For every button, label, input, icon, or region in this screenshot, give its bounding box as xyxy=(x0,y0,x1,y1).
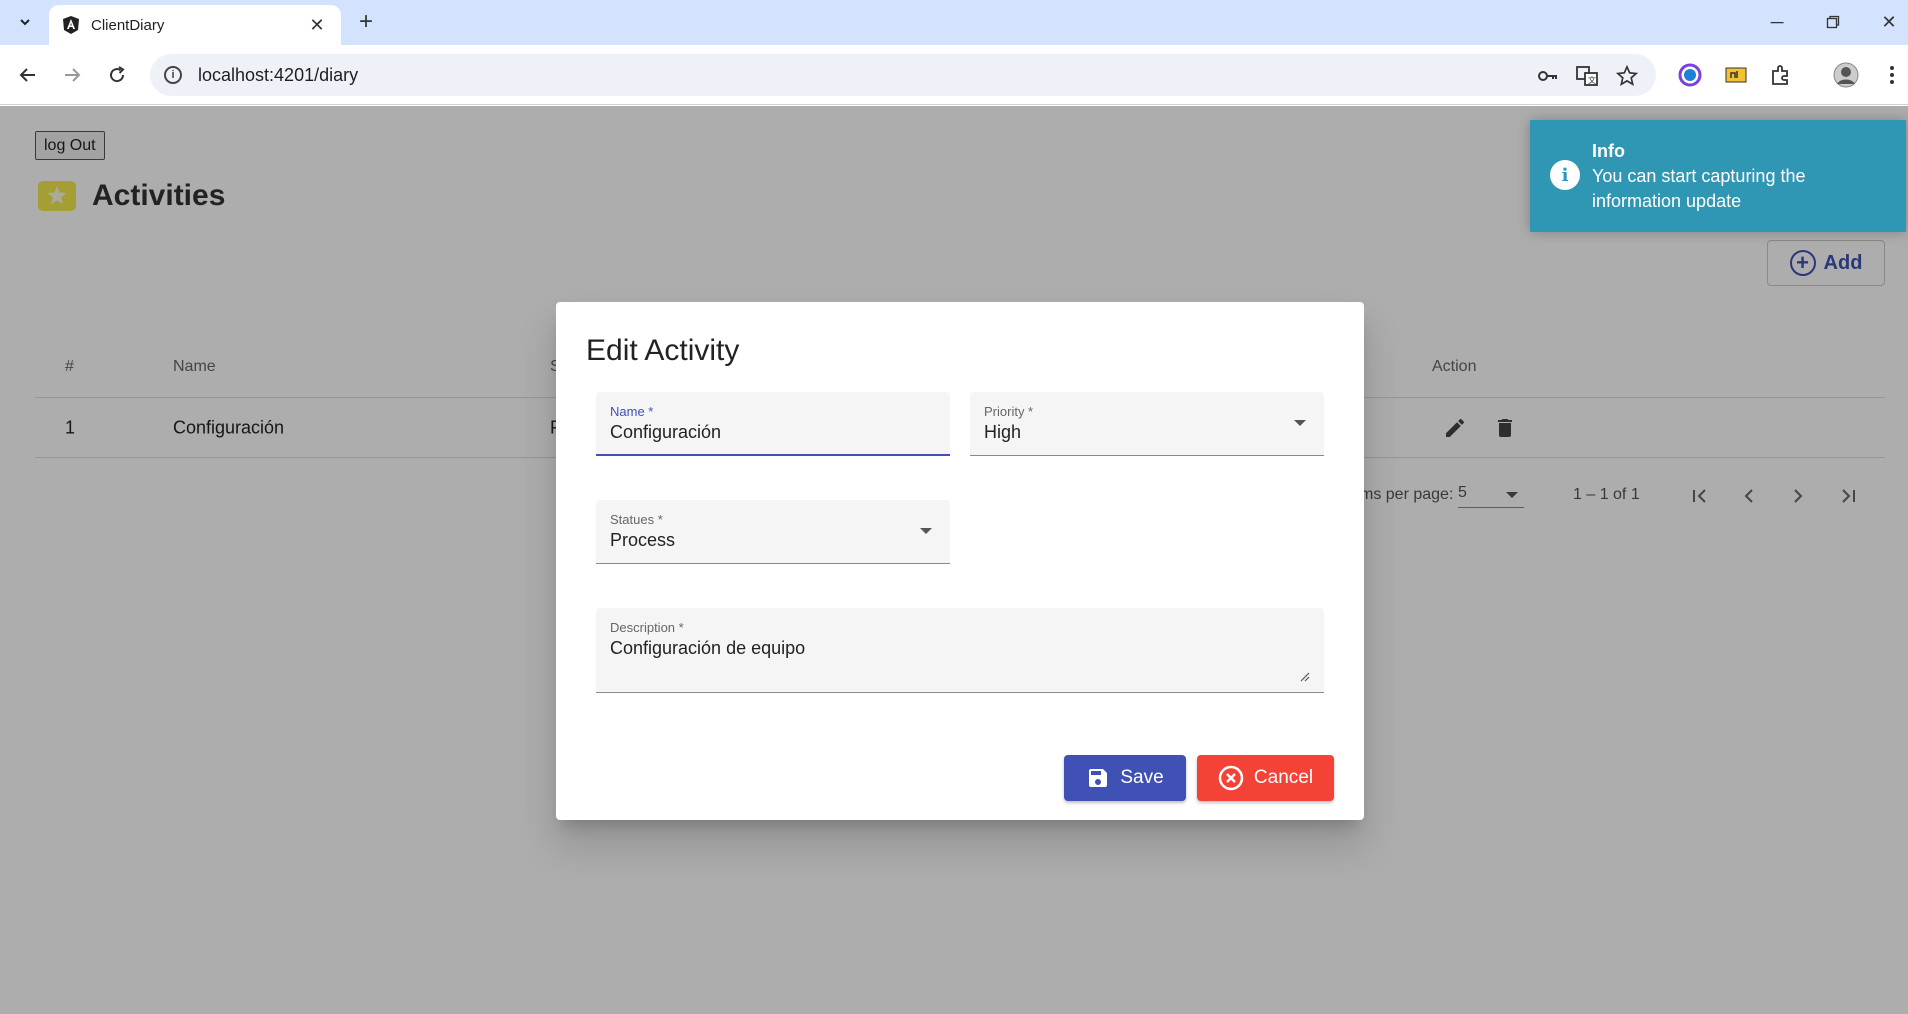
description-label: Description * xyxy=(610,620,684,635)
status-dropdown-arrow-icon xyxy=(920,528,932,534)
cancel-label: Cancel xyxy=(1253,767,1314,788)
url-text: localhost:4201/diary xyxy=(198,64,359,85)
name-input[interactable]: Configuración xyxy=(610,422,721,443)
minimize-icon[interactable]: ─ xyxy=(1757,8,1797,36)
cancel-button[interactable]: Cancel xyxy=(1197,755,1334,801)
bookmark-star-icon[interactable] xyxy=(1615,64,1639,88)
profile-avatar-icon[interactable] xyxy=(1833,62,1859,88)
address-bar[interactable]: i localhost:4201/diary xyxy=(150,54,1656,96)
status-select[interactable]: Statues * Process xyxy=(596,500,950,564)
restore-icon[interactable] xyxy=(1813,8,1853,36)
name-label: Name * xyxy=(610,404,654,419)
save-icon xyxy=(1086,766,1110,790)
extension-icon-yellow[interactable] xyxy=(1723,62,1749,88)
browser-toolbar: i localhost:4201/diary 文 xyxy=(0,45,1908,105)
color-picker-extension-icon[interactable] xyxy=(1677,62,1703,88)
reload-icon[interactable] xyxy=(100,58,134,92)
close-tab-icon[interactable]: ✕ xyxy=(305,15,329,36)
toast-title: Info xyxy=(1592,141,1625,161)
resize-handle-icon[interactable] xyxy=(1300,672,1310,682)
svg-text:文: 文 xyxy=(1588,75,1596,85)
more-menu-icon[interactable] xyxy=(1879,62,1905,88)
save-button[interactable]: Save xyxy=(1064,755,1186,801)
info-toast[interactable]: i Info You can start capturing the infor… xyxy=(1530,120,1906,232)
key-icon[interactable] xyxy=(1535,64,1559,88)
cancel-circle-icon xyxy=(1218,765,1244,791)
chevron-down-icon xyxy=(20,19,30,26)
forward-icon[interactable] xyxy=(55,58,89,92)
priority-select[interactable]: Priority * High xyxy=(970,392,1324,456)
save-label: Save xyxy=(1120,767,1164,788)
tab-title: ClientDiary xyxy=(91,16,165,34)
window-close-icon[interactable]: ✕ xyxy=(1869,8,1908,36)
description-field[interactable]: Description * Configuración de equipo xyxy=(596,608,1324,693)
back-icon[interactable] xyxy=(11,58,45,92)
angular-icon xyxy=(63,16,79,34)
status-value: Process xyxy=(610,530,676,550)
description-textarea[interactable]: Configuración de equipo xyxy=(610,638,805,659)
browser-tab[interactable]: ClientDiary ✕ xyxy=(49,5,341,45)
priority-value: High xyxy=(984,422,1022,442)
priority-dropdown-arrow-icon xyxy=(1294,420,1306,426)
edit-activity-dialog: Edit Activity Name * Configuración Prior… xyxy=(556,302,1364,820)
info-icon: i xyxy=(1550,160,1580,190)
toast-message: You can start capturing the information … xyxy=(1592,166,1806,211)
tab-search-button[interactable] xyxy=(10,7,40,37)
priority-label: Priority * xyxy=(984,404,1034,419)
translate-icon[interactable]: 文 xyxy=(1575,64,1599,88)
new-tab-button[interactable]: + xyxy=(352,8,380,36)
status-label: Statues * xyxy=(610,512,663,527)
extensions-puzzle-icon[interactable] xyxy=(1768,62,1794,88)
site-info-icon[interactable]: i xyxy=(164,66,182,84)
name-field[interactable]: Name * Configuración xyxy=(596,392,950,456)
dialog-title: Edit Activity xyxy=(586,334,740,367)
browser-tab-strip: ClientDiary ✕ + ─ ✕ xyxy=(0,0,1908,45)
